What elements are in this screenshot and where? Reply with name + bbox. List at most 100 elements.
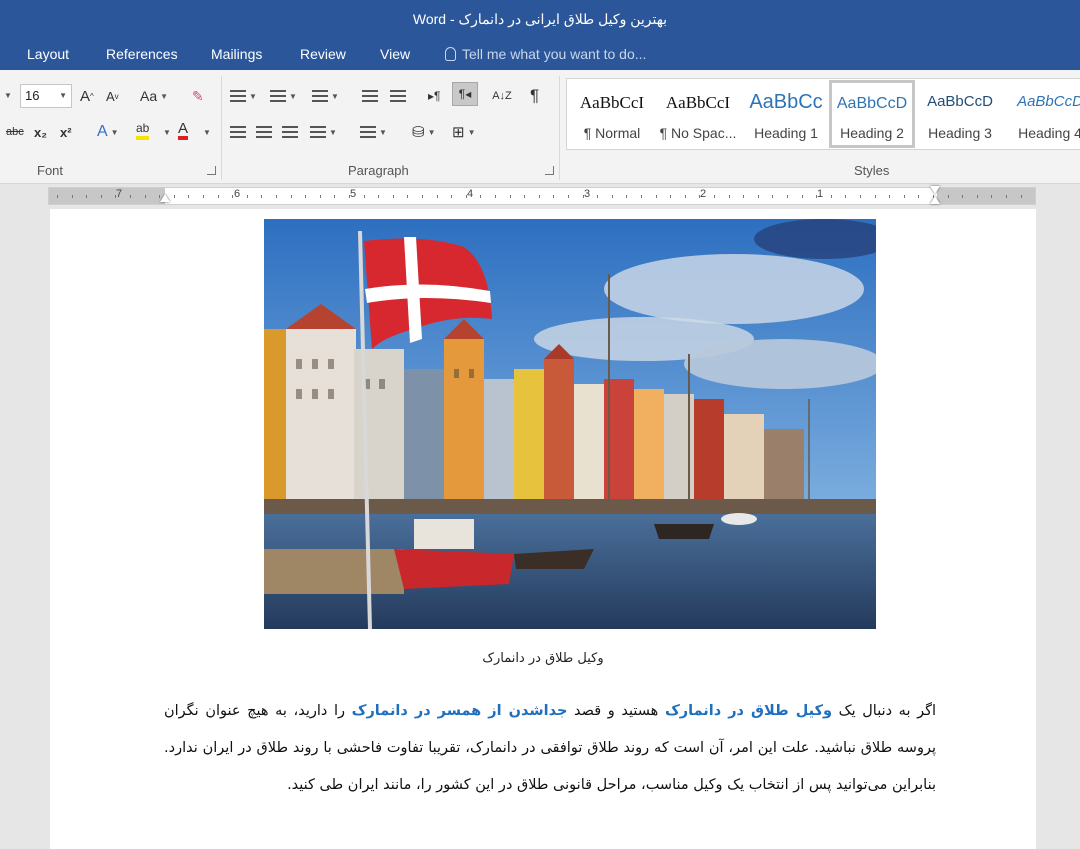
style-normal[interactable]: AaBbCcI ¶ Normal xyxy=(570,81,654,147)
ruler-tick xyxy=(568,195,569,198)
group-separator xyxy=(559,76,560,180)
superscript-button[interactable]: x² xyxy=(60,120,72,144)
shrink-font-button[interactable]: Av xyxy=(106,84,119,108)
multilevel-list-button[interactable]: ▼ xyxy=(312,84,339,108)
subscript-button[interactable]: x₂ xyxy=(34,120,47,144)
document-page[interactable]: وکیل طلاق در دانمارک اگر به دنبال یک وکی… xyxy=(50,209,1036,849)
ruler-tick xyxy=(947,195,949,198)
align-right-button[interactable] xyxy=(282,120,298,144)
style-name: Heading 1 xyxy=(754,125,818,141)
font-color-dropdown[interactable]: ▼ xyxy=(200,120,211,144)
strikethrough-button[interactable]: abc xyxy=(6,120,24,144)
ruler-tick xyxy=(976,195,978,198)
ruler-tick xyxy=(772,195,774,198)
style-name: Heading 4 xyxy=(1018,125,1080,141)
grow-font-button[interactable]: A ^ xyxy=(80,84,94,108)
font-color-button[interactable]: A xyxy=(178,120,189,140)
align-left-button[interactable] xyxy=(230,120,246,144)
ruler-tick xyxy=(480,195,482,198)
sort-button[interactable]: A↓Z xyxy=(492,84,512,108)
document-area: وکیل طلاق در دانمارک اگر به دنبال یک وکی… xyxy=(0,209,1080,849)
tab-layout[interactable]: Layout xyxy=(27,46,69,62)
text-effects-button[interactable]: A ▼ xyxy=(97,120,119,144)
increase-indent-button[interactable] xyxy=(390,84,406,108)
ruler-number: 7 xyxy=(116,188,123,200)
borders-icon: ⊞ xyxy=(452,124,465,141)
decrease-indent-button[interactable] xyxy=(362,84,378,108)
window-title: بهترین وکیل طلاق ایرانی در دانمارک - Wor… xyxy=(412,11,668,27)
nyhavn-photo xyxy=(264,219,876,629)
style-heading-1[interactable]: AaBbCc Heading 1 xyxy=(744,81,828,147)
bullets-button[interactable]: ▼ xyxy=(230,84,257,108)
show-marks-button[interactable]: ¶ xyxy=(530,84,539,108)
ruler-tick xyxy=(144,195,146,198)
style-sample: AaBbCc xyxy=(749,91,823,113)
ruler-tick xyxy=(495,195,496,198)
style-no-spacing[interactable]: AaBbCcI ¶ No Spac... xyxy=(656,81,740,147)
left-indent-marker[interactable] xyxy=(160,194,170,202)
font-size-input[interactable]: 16 ▼ xyxy=(20,84,72,108)
ruler-tick xyxy=(699,195,701,198)
ruler-tick xyxy=(436,195,438,198)
body-paragraph[interactable]: اگر به دنبال یک وکیل طلاق در دانمارک هست… xyxy=(164,693,936,804)
justify-button[interactable]: ▼ xyxy=(310,120,337,144)
font-name-dropdown-arrow[interactable]: ▼ xyxy=(4,84,12,108)
align-center-button[interactable] xyxy=(256,120,272,144)
ruler-tick xyxy=(757,195,759,198)
ruler-tick xyxy=(261,195,263,198)
ruler-tick xyxy=(130,195,131,198)
first-line-indent-marker[interactable] xyxy=(930,186,940,194)
multilevel-list-icon xyxy=(312,90,328,102)
tell-me-box[interactable]: Tell me what you want to do... xyxy=(445,46,646,62)
ruler-area: 7 6 5 4 3 2 1 xyxy=(0,184,1080,209)
ruler-tick xyxy=(509,195,511,198)
ltr-button[interactable]: ▸¶ xyxy=(428,84,440,108)
change-case-button[interactable]: Aa ▼ xyxy=(140,84,168,108)
style-sample: AaBbCcD xyxy=(836,95,908,112)
ruler-tick xyxy=(743,195,745,198)
link-divorce-lawyer-denmark[interactable]: وکیل طلاق در دانمارک xyxy=(665,703,832,719)
tab-view[interactable]: View xyxy=(380,46,410,62)
tab-references[interactable]: References xyxy=(106,46,178,62)
ruler-tick xyxy=(845,195,847,198)
rtl-button[interactable]: ¶◂ xyxy=(452,82,478,106)
highlight-dropdown[interactable]: ▼ xyxy=(160,120,171,144)
style-heading-4[interactable]: AaBbCcD Heading 4 xyxy=(1007,81,1080,147)
ruler-margin-left xyxy=(49,188,165,204)
style-name: ¶ No Spac... xyxy=(659,125,737,141)
line-spacing-button[interactable]: ▼ xyxy=(360,120,387,144)
horizontal-ruler[interactable]: 7 6 5 4 3 2 1 xyxy=(48,187,1036,205)
paragraph-dialog-launcher-icon[interactable] xyxy=(545,166,554,175)
style-heading-2[interactable]: AaBbCcD Heading 2 xyxy=(829,80,915,148)
tab-review[interactable]: Review xyxy=(300,46,346,62)
title-bar: بهترین وکیل طلاق ایرانی در دانمارک - Wor… xyxy=(0,0,1080,40)
ruler-tick xyxy=(655,195,657,198)
ruler-tick xyxy=(115,195,117,198)
document-image[interactable] xyxy=(264,219,876,629)
link-separation-denmark[interactable]: جداشدن از همسر در دانمارک xyxy=(352,703,568,719)
ruler-tick xyxy=(787,195,788,198)
ruler-tick xyxy=(232,195,234,198)
justify-icon xyxy=(310,126,326,138)
ruler-number: 1 xyxy=(817,188,824,200)
ruler-tick xyxy=(334,195,336,198)
style-heading-3[interactable]: AaBbCcD Heading 3 xyxy=(917,81,1003,147)
style-name: ¶ Normal xyxy=(583,125,641,141)
ruler-tick xyxy=(217,195,219,198)
clear-formatting-icon[interactable]: ✎ xyxy=(192,84,204,108)
shading-button[interactable]: ⛁ ▼ xyxy=(412,120,436,144)
borders-button[interactable]: ⊞ ▼ xyxy=(452,120,476,144)
hanging-indent-marker[interactable] xyxy=(930,196,940,204)
ruler-tick xyxy=(626,195,628,198)
ruler-tick xyxy=(1020,195,1022,198)
paint-bucket-icon: ⛁ xyxy=(412,124,425,141)
highlight-icon: ab xyxy=(136,121,150,135)
numbering-button[interactable]: ▼ xyxy=(270,84,297,108)
ruler-tick xyxy=(422,195,423,198)
image-caption: وکیل طلاق در دانمارک xyxy=(482,651,604,666)
font-dialog-launcher-icon[interactable] xyxy=(207,166,216,175)
highlight-button[interactable]: ab xyxy=(136,120,150,140)
tab-mailings[interactable]: Mailings xyxy=(211,46,262,62)
ribbon: ▼ 16 ▼ A ^ Av Aa ▼ ✎ abc x₂ x² A ▼ ab ▼ A ▼… xyxy=(0,70,1080,184)
ruler-tick xyxy=(860,195,861,198)
